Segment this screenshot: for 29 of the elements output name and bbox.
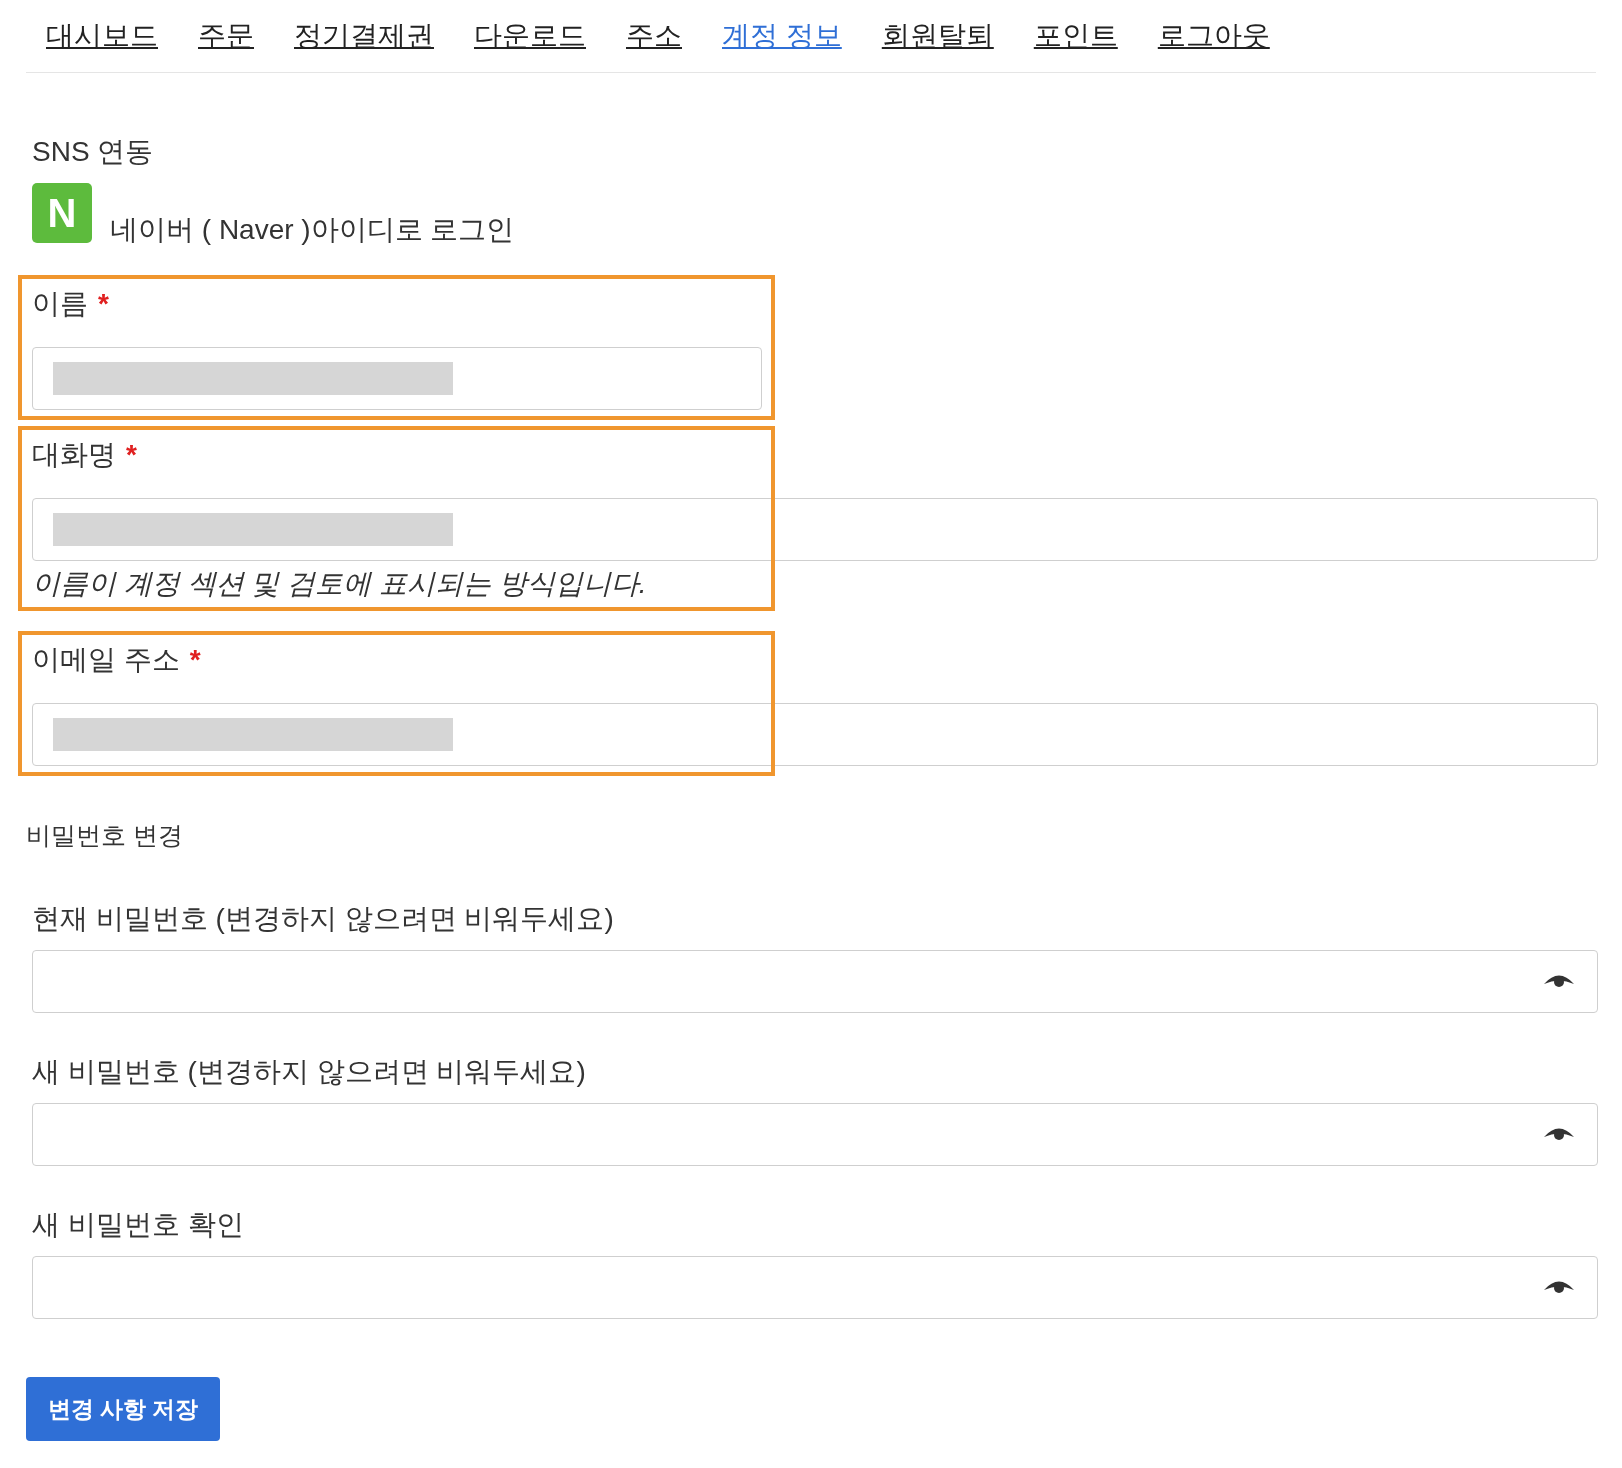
text-input[interactable] — [32, 703, 1598, 766]
password-input[interactable] — [32, 1103, 1598, 1166]
nav-link[interactable]: 주소 — [626, 22, 682, 50]
nav-link[interactable]: 회원탈퇴 — [881, 22, 994, 50]
nav-link[interactable]: 계정 정보 — [722, 22, 842, 50]
required-mark: * — [98, 287, 109, 321]
nav-link[interactable]: 대시보드 — [46, 22, 158, 50]
field-label: 이름 — [32, 287, 88, 321]
nav-link[interactable]: 포인트 — [1033, 22, 1118, 50]
nav-link[interactable]: 정기결제권 — [294, 22, 434, 50]
required-mark: * — [189, 643, 201, 677]
text-input[interactable] — [32, 347, 762, 410]
section-title: SNS 연동 — [32, 135, 155, 169]
field-label: 새 비밀번호 확인 — [32, 1208, 245, 1242]
text-input[interactable] — [32, 498, 1598, 561]
nav-link[interactable]: 다운로드 — [474, 22, 586, 50]
required-mark: * — [126, 438, 137, 472]
field-label: 새 비밀번호 (변경하지 않으려면 비워두세요) — [32, 1055, 587, 1089]
field-label: 이메일 주소 — [32, 643, 180, 677]
help-text: 이름이 계정 섹션 및 검토에 표시되는 방식입니다. — [32, 567, 648, 601]
password-input[interactable] — [32, 1256, 1598, 1319]
nav-link[interactable]: 로그아웃 — [1157, 22, 1270, 50]
naver-login-link[interactable]: 네이버 ( Naver )아이디로 로그인 — [110, 213, 515, 247]
password-input[interactable] — [32, 950, 1598, 1013]
field-label: 대화명 — [32, 438, 116, 472]
save-button[interactable]: 변경 사항 저장 — [26, 1377, 220, 1441]
nav-link[interactable]: 주문 — [198, 22, 254, 50]
field-label: 현재 비밀번호 (변경하지 않으려면 비워두세요) — [32, 902, 615, 936]
section-title: 비밀번호 변경 — [26, 820, 184, 850]
